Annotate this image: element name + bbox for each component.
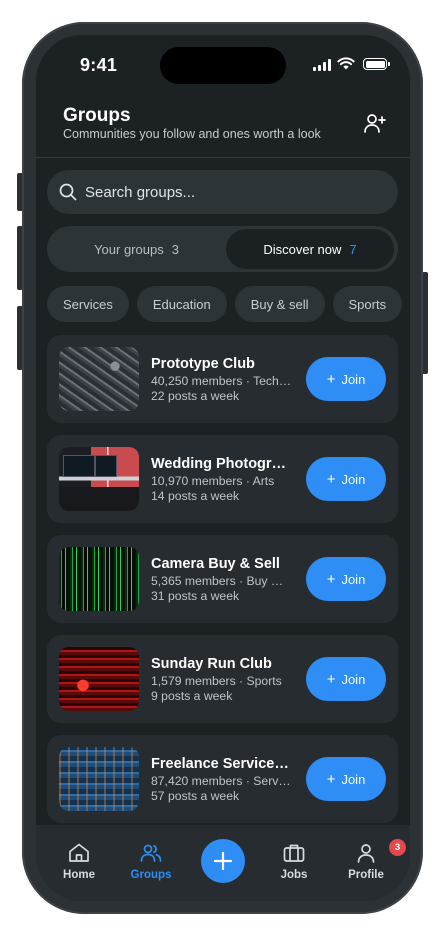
page-title: Groups [63,105,131,126]
plus-icon: + [326,770,336,788]
status-time: 9:41 [80,55,118,75]
plus-icon: + [326,370,336,388]
chip-education[interactable]: Education [136,286,227,322]
app-screen: 9:41 Groups Communities you follow and o… [36,35,410,901]
group-meta: 10,970 members · Arts [151,474,275,488]
header-divider [36,157,410,158]
tab-label: Discover now [263,241,342,257]
join-label: Join [341,671,366,687]
group-name: Prototype Club [151,356,255,372]
home-icon [69,843,89,862]
group-posts: 9 posts a week [151,689,233,703]
join-label: Join [341,571,366,587]
group-name: Freelance Services Hub [151,756,293,772]
group-thumbnail [59,347,139,411]
group-posts: 14 posts a week [151,489,240,503]
group-meta: 40,250 members · Technology [151,374,291,388]
person-add-icon[interactable] [363,111,387,135]
group-card[interactable]: Freelance Services Hub 87,420 members · … [47,735,398,823]
tab-label: Your groups [94,241,164,257]
groups-icon [140,844,162,862]
group-card[interactable]: Sunday Run Club 1,579 members · Sports 9… [47,635,398,723]
chip-buy-sell[interactable]: Buy & sell [234,286,325,322]
tab-label: Profile [348,869,384,881]
notification-badge: 3 [389,839,406,856]
tab-label: Home [63,869,95,881]
join-label: Join [341,371,366,387]
cellular-signal-icon [313,59,331,71]
join-button[interactable]: + Join [306,557,386,601]
create-button[interactable] [201,839,245,883]
join-button[interactable]: + Join [306,657,386,701]
join-label: Join [341,771,366,787]
join-button[interactable]: + Join [306,357,386,401]
tab-count: 3 [171,241,179,257]
bottom-tab-bar: Home Groups Jobs Profile 3 [36,825,410,901]
group-thumbnail [59,647,139,711]
tab-your-groups[interactable]: Your groups 3 [50,229,223,269]
battery-icon [363,58,390,70]
group-posts: 31 posts a week [151,589,240,603]
group-name: Sunday Run Club [151,656,272,672]
group-posts: 22 posts a week [151,389,240,403]
join-button[interactable]: + Join [306,757,386,801]
join-label: Join [341,471,366,487]
group-meta: 87,420 members · Services [151,774,291,788]
dynamic-island [160,47,286,84]
group-name: Camera Buy & Sell [151,556,280,572]
group-card[interactable]: Wedding Photography 10,970 members · Art… [47,435,398,523]
join-button[interactable]: + Join [306,457,386,501]
group-card[interactable]: Prototype Club 40,250 members · Technolo… [47,335,398,423]
plus-icon: + [326,470,336,488]
search-bar[interactable] [47,170,398,214]
tab-label: Groups [130,869,172,881]
search-input[interactable] [85,183,365,201]
page-subtitle: Communities you follow and ones worth a … [63,127,321,141]
group-posts: 57 posts a week [151,789,240,803]
plus-icon: + [326,570,336,588]
plus-icon: + [326,670,336,688]
wifi-icon [337,57,355,70]
plus-icon [213,851,233,871]
tab-home[interactable]: Home [44,825,114,881]
group-thumbnail [59,447,139,511]
chip-services[interactable]: Services [47,286,129,322]
group-thumbnail [59,547,139,611]
tab-count: 7 [349,241,357,257]
group-filter-segment: Your groups 3 Discover now 7 [47,226,398,272]
tab-jobs[interactable]: Jobs [259,825,329,881]
group-meta: 5,365 members · Buy & Sell [151,574,291,588]
group-meta: 1,579 members · Sports [151,674,282,688]
chip-sports[interactable]: Sports [332,286,403,322]
tab-groups[interactable]: Groups [116,825,186,881]
profile-icon [357,844,375,863]
group-thumbnail [59,747,139,811]
group-name: Wedding Photography [151,456,293,472]
category-chips: Services Education Buy & sell Sports [47,286,410,322]
group-card[interactable]: Camera Buy & Sell 5,365 members · Buy & … [47,535,398,623]
briefcase-icon [283,844,305,862]
tab-discover-now[interactable]: Discover now 7 [226,229,394,269]
tab-label: Jobs [280,869,308,881]
search-icon [59,183,77,201]
